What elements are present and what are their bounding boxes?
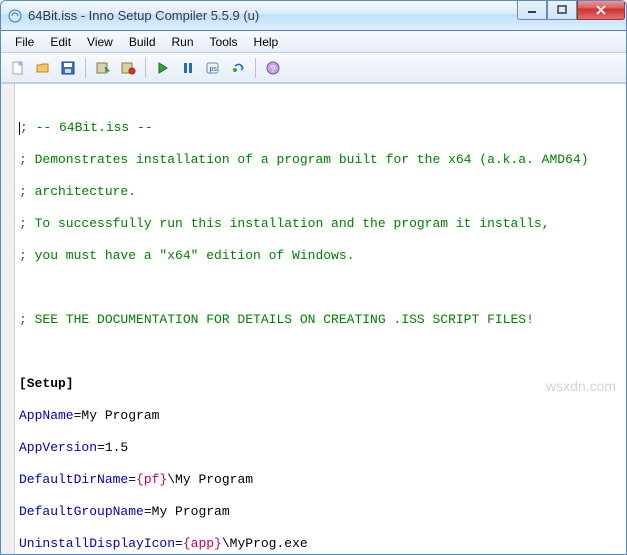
comment-line: ; -- 64Bit.iss --	[20, 120, 153, 135]
minimize-button[interactable]	[517, 0, 547, 20]
menu-help[interactable]: Help	[246, 33, 287, 51]
const-pf: {pf}	[136, 472, 167, 487]
app-icon	[7, 8, 23, 24]
main-window: 64Bit.iss - Inno Setup Compiler 5.5.9 (u…	[0, 0, 627, 555]
close-button[interactable]	[577, 0, 625, 20]
menu-file[interactable]: File	[7, 33, 42, 51]
toolbar-separator	[145, 58, 146, 78]
const-app: {app}	[183, 536, 222, 551]
step-button[interactable]: ps	[202, 57, 224, 79]
svg-text:?: ?	[271, 64, 276, 74]
key-appname: AppName	[19, 408, 74, 423]
menu-build[interactable]: Build	[121, 33, 164, 51]
val-defaultgroupname: My Program	[152, 504, 230, 519]
menu-view[interactable]: View	[79, 33, 121, 51]
menu-bar: File Edit View Build Run Tools Help	[1, 31, 626, 53]
comment-line: ; architecture.	[19, 184, 136, 199]
comment-line: ; SEE THE DOCUMENTATION FOR DETAILS ON C…	[19, 312, 534, 327]
title-bar[interactable]: 64Bit.iss - Inno Setup Compiler 5.5.9 (u…	[1, 1, 626, 31]
compile-button[interactable]	[92, 57, 114, 79]
toolbar-separator	[255, 58, 256, 78]
maximize-button[interactable]	[547, 0, 577, 20]
key-defaultdirname: DefaultDirName	[19, 472, 128, 487]
section-setup: [Setup]	[19, 376, 74, 391]
stop-compile-button[interactable]	[117, 57, 139, 79]
comment-line: ; To successfully run this installation …	[19, 216, 550, 231]
editor-margin	[1, 84, 15, 554]
key-appversion: AppVersion	[19, 440, 97, 455]
val-uninstalldisplayicon: \MyProg.exe	[222, 536, 308, 551]
step-over-button[interactable]	[227, 57, 249, 79]
svg-text:ps: ps	[210, 66, 218, 73]
new-button[interactable]	[7, 57, 29, 79]
menu-edit[interactable]: Edit	[42, 33, 79, 51]
run-button[interactable]	[152, 57, 174, 79]
tool-bar: ps ?	[1, 53, 626, 83]
pause-button[interactable]	[177, 57, 199, 79]
comment-line: ; Demonstrates installation of a program…	[19, 152, 589, 167]
val-appname: My Program	[81, 408, 159, 423]
window-controls	[517, 1, 625, 30]
save-button[interactable]	[57, 57, 79, 79]
key-uninstalldisplayicon: UninstallDisplayIcon	[19, 536, 175, 551]
menu-tools[interactable]: Tools	[202, 33, 246, 51]
open-button[interactable]	[32, 57, 54, 79]
menu-run[interactable]: Run	[164, 33, 202, 51]
code-editor[interactable]: ; -- 64Bit.iss -- ; Demonstrates install…	[1, 83, 626, 554]
comment-line: ; you must have a "x64" edition of Windo…	[19, 248, 354, 263]
key-defaultgroupname: DefaultGroupName	[19, 504, 144, 519]
help-button[interactable]: ?	[262, 57, 284, 79]
window-title: 64Bit.iss - Inno Setup Compiler 5.5.9 (u…	[28, 8, 517, 23]
val-appversion: 1.5	[105, 440, 128, 455]
toolbar-separator	[85, 58, 86, 78]
val-defaultdirname: \My Program	[167, 472, 253, 487]
